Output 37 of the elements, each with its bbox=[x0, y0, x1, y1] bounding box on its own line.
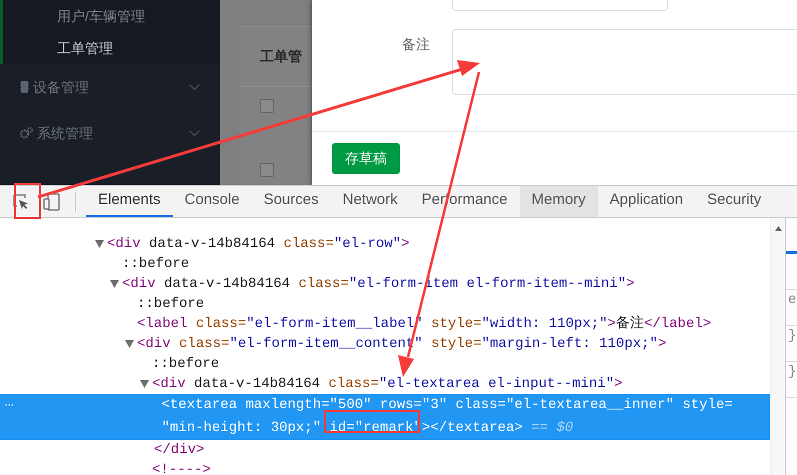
devtools-tab[interactable]: Security bbox=[695, 186, 774, 217]
save-draft-button[interactable]: 存草稿 bbox=[332, 143, 400, 174]
dom-node-line[interactable]: <div data-v-14b84164 class="el-textarea el-input--mini"> bbox=[152, 374, 631, 394]
expanded-triangle-icon[interactable] bbox=[95, 240, 104, 248]
expanded-triangle-icon[interactable] bbox=[140, 380, 149, 388]
field-label: 备注 bbox=[401, 35, 431, 54]
gears-icon bbox=[20, 127, 33, 139]
row-checkbox[interactable] bbox=[260, 99, 274, 113]
inspect-cursor-icon[interactable] bbox=[13, 194, 29, 210]
dom-node-line[interactable]: <div data-v-14b84164 class="el-row"> bbox=[107, 234, 418, 254]
chip-icon bbox=[20, 81, 29, 93]
expanded-triangle-icon[interactable] bbox=[125, 340, 134, 348]
dom-node-line[interactable]: <!----> bbox=[152, 460, 219, 475]
chevron-icon bbox=[189, 84, 200, 90]
chevron-icon bbox=[189, 130, 200, 136]
expanded-triangle-icon[interactable] bbox=[110, 280, 119, 288]
devtools-tab[interactable]: Sources bbox=[252, 186, 331, 217]
scroll-up-icon[interactable] bbox=[774, 226, 782, 231]
devtools-tab[interactable]: Network bbox=[330, 186, 410, 217]
style-rule-text: e bbox=[786, 290, 797, 326]
sidebar-menu-item[interactable]: 系统管理 bbox=[0, 110, 220, 156]
dom-node-line[interactable]: ::before bbox=[152, 354, 228, 374]
more-icon[interactable] bbox=[5, 403, 14, 407]
scrollbar[interactable] bbox=[770, 218, 785, 475]
style-rule-text: } bbox=[786, 362, 797, 398]
devtools-tab[interactable]: Memory bbox=[520, 186, 598, 217]
dom-node-line[interactable]: ::before bbox=[122, 254, 198, 274]
sidebar-menu-item[interactable]: 设备管理 bbox=[0, 64, 220, 110]
dom-node-line[interactable]: </div> bbox=[154, 442, 204, 458]
text-input[interactable] bbox=[452, 0, 668, 11]
devtools-tab[interactable]: Application bbox=[598, 186, 696, 217]
device-toggle-icon[interactable] bbox=[43, 192, 61, 210]
highlight-box bbox=[14, 183, 41, 219]
devtools-tab[interactable]: Console bbox=[172, 186, 252, 217]
dom-node-line[interactable]: ::before bbox=[137, 294, 212, 314]
row-checkbox[interactable] bbox=[260, 163, 274, 177]
style-rule-text: } bbox=[786, 326, 797, 362]
